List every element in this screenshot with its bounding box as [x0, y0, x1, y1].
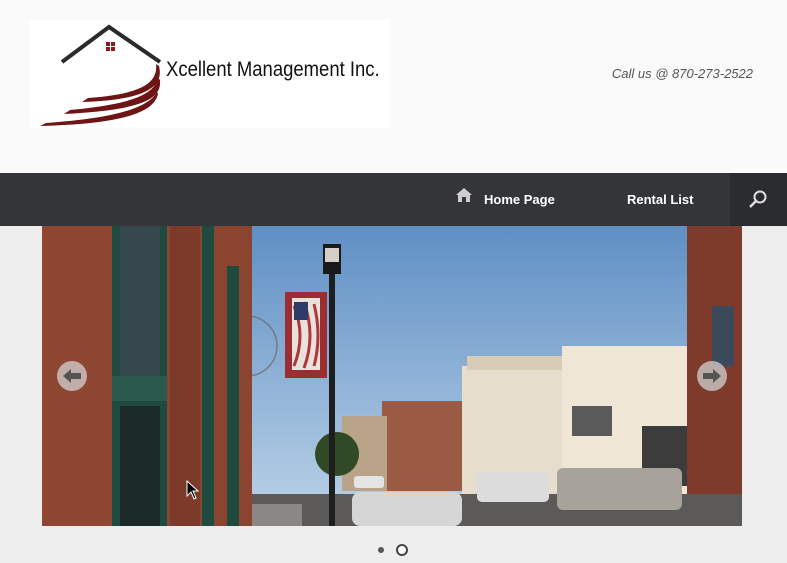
- arrow-right-icon: [703, 369, 721, 383]
- arrow-left-icon: [63, 369, 81, 383]
- image-slider[interactable]: [42, 226, 742, 526]
- mouse-pointer-icon: [186, 480, 200, 500]
- search-button[interactable]: [730, 173, 787, 226]
- nav-home-page[interactable]: Home Page: [456, 173, 555, 226]
- nav-home-label: Home Page: [484, 192, 555, 207]
- nav-rental-list[interactable]: Rental List: [627, 173, 693, 226]
- main-navbar: Home Page Rental List: [0, 173, 787, 226]
- company-logo[interactable]: Xcellent Management Inc.: [30, 20, 390, 128]
- search-icon: [749, 190, 767, 208]
- street-scene-image: [42, 226, 742, 526]
- slider-prev-button[interactable]: [57, 361, 87, 391]
- company-name: Xcellent Management Inc.: [166, 58, 380, 81]
- slider-dot-1[interactable]: [374, 543, 388, 557]
- site-header: Xcellent Management Inc. Call us @ 870-2…: [0, 0, 787, 173]
- nav-rental-label: Rental List: [627, 192, 694, 207]
- phone-callout: Call us @ 870-273-2522: [611, 66, 753, 81]
- slider-next-button[interactable]: [697, 361, 727, 391]
- dot-inactive-indicator: [378, 547, 384, 553]
- dot-active-indicator: [396, 544, 408, 556]
- slider-dot-2[interactable]: [395, 543, 409, 557]
- house-logo-icon: [40, 24, 162, 126]
- home-icon: [456, 171, 472, 224]
